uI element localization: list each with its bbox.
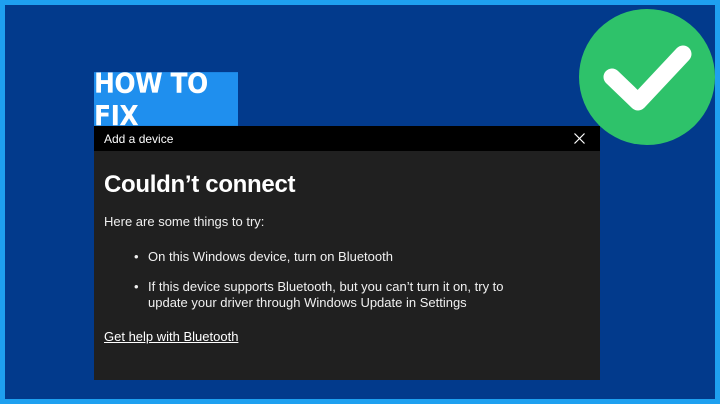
how-to-fix-banner: HOW TO FIX	[94, 67, 238, 131]
bullet-icon: •	[134, 279, 139, 294]
dialog-title: Add a device	[104, 131, 174, 146]
help-link[interactable]: Get help with Bluetooth	[104, 329, 238, 344]
banner-label: HOW TO FIX	[94, 66, 208, 132]
dialog-intro: Here are some things to try:	[104, 214, 265, 229]
dialog-titlebar: Add a device	[94, 126, 600, 151]
close-icon[interactable]	[572, 132, 586, 146]
dialog-heading: Couldn’t connect	[104, 171, 296, 198]
tip-text: On this Windows device, turn on Bluetoot…	[148, 249, 393, 264]
bullet-icon: •	[134, 249, 139, 264]
tip-item: • On this Windows device, turn on Blueto…	[134, 249, 508, 265]
tips-list: • On this Windows device, turn on Blueto…	[134, 249, 600, 311]
dialog-body: Couldn’t connect Here are some things to…	[94, 151, 600, 346]
tip-item: • If this device supports Bluetooth, but…	[134, 279, 508, 311]
thumbnail-frame: HOW TO FIX Add a device Couldn’t connect…	[0, 0, 720, 404]
add-device-dialog: Add a device Couldn’t connect Here are s…	[94, 126, 600, 380]
tip-text: If this device supports Bluetooth, but y…	[148, 279, 504, 310]
